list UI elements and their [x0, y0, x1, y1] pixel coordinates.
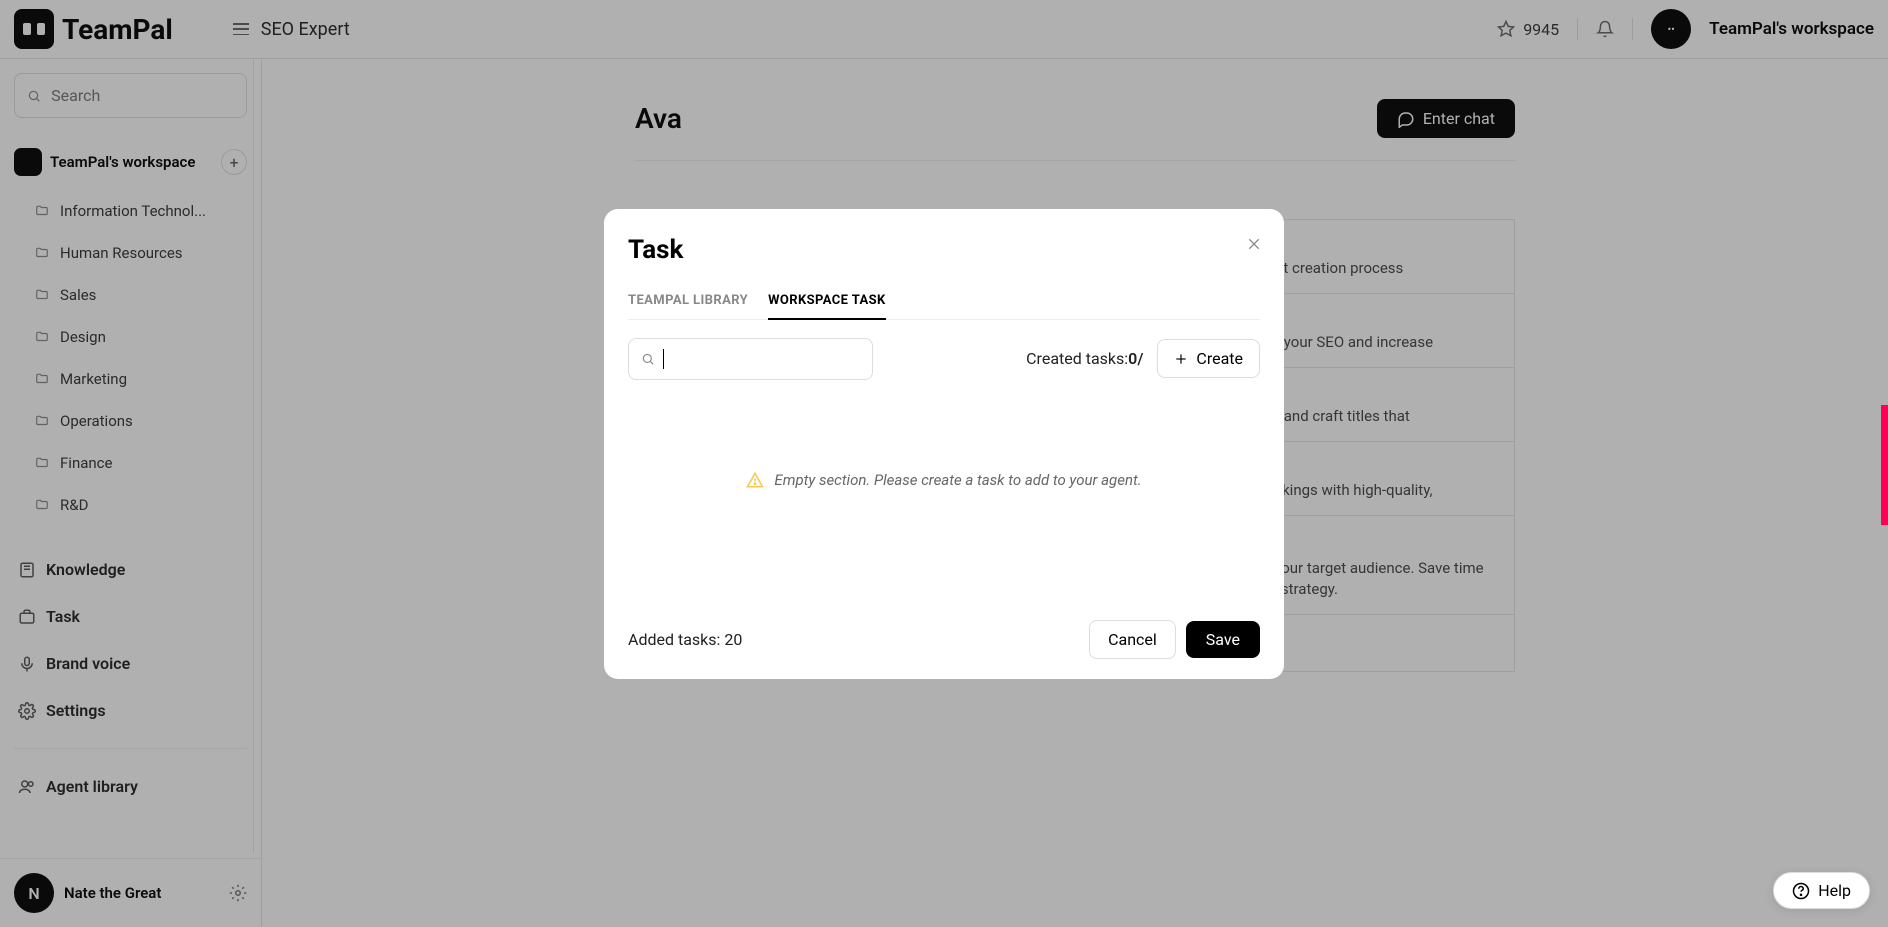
save-button[interactable]: Save	[1186, 621, 1260, 658]
added-tasks-label: Added tasks: 20	[628, 630, 742, 649]
warning-icon	[746, 471, 764, 489]
tab-teampal-library[interactable]: TEAMPAL LIBRARY	[628, 283, 748, 319]
help-icon	[1792, 882, 1810, 900]
text-caret	[663, 349, 664, 369]
tab-workspace-task[interactable]: WORKSPACE TASK	[768, 283, 886, 320]
empty-state-message: Empty section. Please create a task to a…	[774, 471, 1141, 489]
accent-stripe	[1881, 405, 1888, 525]
modal-search-field[interactable]	[672, 350, 860, 368]
create-label: Create	[1196, 349, 1243, 368]
modal-search-input[interactable]	[628, 338, 873, 380]
task-modal: Task TEAMPAL LIBRARY WORKSPACE TASK Crea…	[604, 209, 1284, 679]
cancel-button[interactable]: Cancel	[1089, 620, 1176, 659]
plus-icon	[1174, 352, 1188, 366]
created-tasks-label: Created tasks:0/	[1026, 349, 1143, 368]
search-icon	[641, 351, 655, 367]
create-button[interactable]: Create	[1157, 339, 1260, 378]
close-icon	[1246, 236, 1262, 252]
help-button[interactable]: Help	[1773, 872, 1870, 909]
help-label: Help	[1818, 881, 1851, 900]
close-button[interactable]	[1246, 233, 1262, 257]
modal-title: Task	[628, 235, 1260, 265]
modal-overlay: Task TEAMPAL LIBRARY WORKSPACE TASK Crea…	[0, 0, 1888, 927]
